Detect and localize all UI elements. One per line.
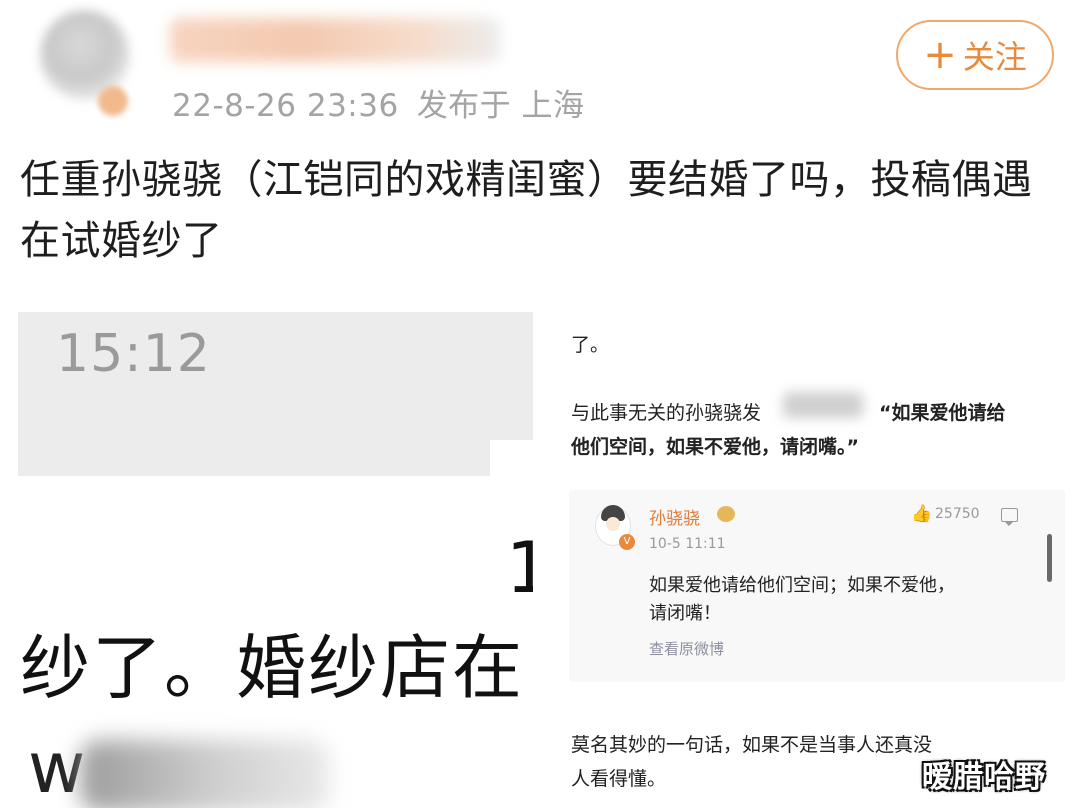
thumbs-up-icon[interactable]: 👍 — [911, 504, 932, 524]
blurred-text — [783, 392, 863, 418]
article-quote-start: “如果爱他请给 — [879, 402, 1006, 424]
follow-button[interactable]: + 关注 — [896, 20, 1054, 90]
follow-label: 关注 — [962, 38, 1027, 76]
scrollbar[interactable] — [1047, 534, 1052, 582]
weibo-card[interactable]: V 孙骁骁 10-5 11:11 👍 25750 如果爱他请给他们空间；如果不爱… — [569, 490, 1065, 682]
verified-badge-icon: V — [619, 534, 635, 550]
member-badge-icon — [717, 506, 735, 522]
article-line-2-prefix: 与此事无关的孙骁骁 — [571, 402, 743, 424]
like-count: 25750 — [935, 506, 980, 522]
article-line-2-partial: 发 — [742, 402, 762, 424]
card-date: 10-5 11:11 — [649, 536, 726, 552]
card-body-line-1: 如果爱他请给他们空间；如果不爱他， — [649, 575, 955, 596]
right-screenshot-image[interactable]: 了。 与此事无关的孙骁骁发 “如果爱他请给 他们空间，如果不爱他，请闭嘴。” V… — [533, 312, 1080, 808]
watermark: 暧腊哈野 — [922, 760, 1046, 795]
article-line-1: 了。 — [571, 334, 610, 356]
text-fragment-one: 1 — [506, 527, 533, 609]
post-location: 发布于 上海 — [416, 88, 585, 124]
text-fragment-line: 纱了。婚纱店在 — [20, 627, 524, 709]
article-footer-line-1: 莫名其妙的一句话，如果不是当事人还真没 — [571, 734, 933, 756]
post-text: 任重孙骁骁（江铠同的戏精闺蜜）要结婚了吗，投稿偶遇在试婚纱了 — [20, 157, 1033, 264]
comment-icon[interactable] — [1001, 508, 1018, 526]
text-fragment-w: w — [28, 727, 86, 808]
verified-badge-icon — [98, 86, 128, 116]
card-body: 如果爱他请给他们空间；如果不爱他， 请闭嘴！ — [649, 572, 955, 628]
article-line-3: 他们空间，如果不爱他，请闭嘴。” — [571, 436, 859, 458]
article-footer-line-2: 人看得懂。 — [571, 768, 667, 790]
status-time: 15:12 — [56, 324, 211, 384]
card-username[interactable]: 孙骁骁 — [649, 504, 700, 529]
view-original-link[interactable]: 查看原微博 — [649, 638, 724, 659]
card-body-line-2: 请闭嘴！ — [649, 603, 721, 624]
blurred-username[interactable] — [170, 18, 500, 62]
post-date: 22-8-26 23:36 — [172, 88, 399, 124]
plus-icon: + — [923, 32, 957, 78]
blurred-text — [80, 740, 330, 808]
header-strip — [18, 440, 490, 476]
left-screenshot-image[interactable]: 15:12 1 纱了。婚纱店在 w — [0, 312, 533, 808]
post-meta: 22-8-26 23:36 发布于 上海 — [172, 80, 603, 125]
article-line-2: 与此事无关的孙骁骁发 — [571, 398, 761, 425]
